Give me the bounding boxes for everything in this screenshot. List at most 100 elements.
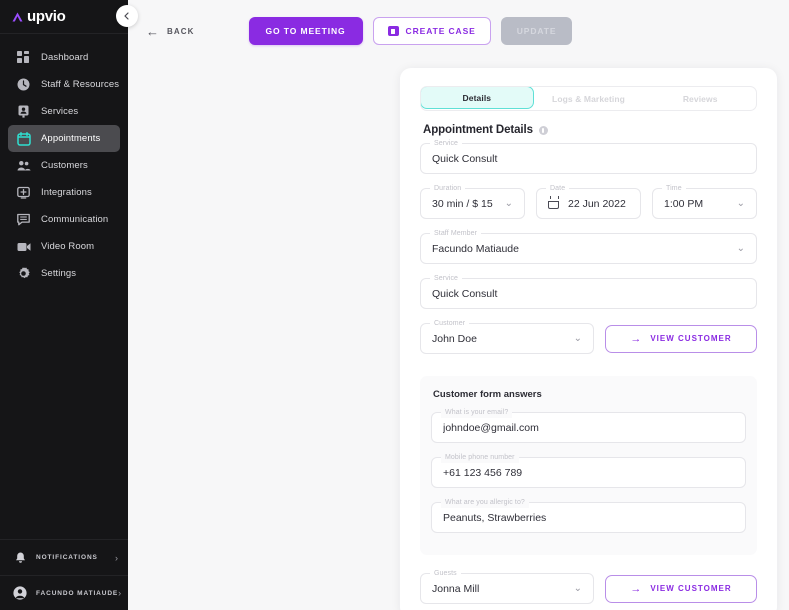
customer-value: John Doe bbox=[432, 332, 477, 345]
sidebar-item-customers[interactable]: Customers bbox=[8, 152, 120, 179]
answer-allergies-legend: What are you allergic to? bbox=[441, 498, 529, 508]
customer-form-answers-section: Customer form answers What is your email… bbox=[420, 376, 757, 555]
chevron-right-icon: › bbox=[115, 552, 118, 563]
duration-select[interactable]: Duration 30 min / $ 15 ⌄ bbox=[420, 184, 525, 219]
sidebar-item-appointments[interactable]: Appointments bbox=[8, 125, 120, 152]
sidebar-item-settings[interactable]: Settings bbox=[8, 260, 120, 287]
customer-form-answers-title: Customer form answers bbox=[433, 389, 542, 400]
sidebar-item-video-room[interactable]: Video Room bbox=[8, 233, 120, 260]
chat-icon bbox=[15, 211, 32, 228]
app-root: upvio Dashboard Staff & Resources Servic… bbox=[0, 0, 789, 610]
sidebar-item-label: Customers bbox=[41, 160, 88, 171]
services-icon bbox=[15, 103, 32, 120]
calendar-icon bbox=[547, 195, 559, 209]
sidebar-item-label: Communication bbox=[41, 214, 109, 225]
arrow-left-icon: ← bbox=[146, 23, 159, 39]
customer-legend: Customer bbox=[430, 319, 470, 329]
upvio-logo-icon bbox=[12, 11, 23, 22]
customer-select[interactable]: Customer John Doe ⌄ bbox=[420, 319, 594, 354]
answer-phone-field[interactable]: Mobile phone number +61 123 456 789 bbox=[431, 453, 746, 488]
chevron-down-icon: ⌄ bbox=[504, 198, 513, 209]
duration-date-time-row: Duration 30 min / $ 15 ⌄ Date 22 Jun 202… bbox=[420, 184, 757, 233]
sidebar-account[interactable]: FACUNDO MATIAUDE › bbox=[0, 575, 128, 610]
main-content: ← BACK GO TO MEETING CREATE CASE UPDATE bbox=[128, 0, 789, 610]
customer-row: Customer John Doe ⌄ → VIEW CUSTOMER bbox=[420, 319, 757, 354]
appointment-card: Details Logs & Marketing Reviews Appoint… bbox=[400, 68, 777, 610]
arrow-right-icon: → bbox=[630, 582, 643, 595]
sidebar-notifications-label: NOTIFICATIONS bbox=[36, 554, 98, 561]
update-button[interactable]: UPDATE bbox=[500, 17, 573, 45]
integrations-icon bbox=[15, 184, 32, 201]
sidebar-item-staff-resources[interactable]: Staff & Resources bbox=[8, 71, 120, 98]
create-case-label: CREATE CASE bbox=[405, 26, 476, 36]
tab-details[interactable]: Details bbox=[421, 87, 534, 109]
video-icon bbox=[15, 238, 32, 255]
chevron-down-icon: ⌄ bbox=[573, 333, 582, 344]
date-field[interactable]: Date 22 Jun 2022 bbox=[536, 184, 641, 219]
chevron-down-icon: ⌄ bbox=[736, 243, 745, 254]
tab-logs-marketing[interactable]: Logs & Marketing bbox=[533, 87, 645, 110]
sidebar-footer: NOTIFICATIONS › FACUNDO MATIAUDE › bbox=[0, 539, 128, 610]
sidebar-item-integrations[interactable]: Integrations bbox=[8, 179, 120, 206]
sidebar-item-communication[interactable]: Communication bbox=[8, 206, 120, 233]
sidebar-item-label: Video Room bbox=[41, 241, 95, 252]
tab-reviews[interactable]: Reviews bbox=[644, 87, 756, 110]
guests-value: Jonna Mill bbox=[432, 582, 480, 595]
back-button[interactable]: ← BACK bbox=[140, 21, 201, 42]
service-secondary-value: Quick Consult bbox=[432, 287, 498, 300]
app-logo: upvio bbox=[0, 0, 128, 34]
sidebar-item-label: Dashboard bbox=[41, 52, 89, 63]
update-label: UPDATE bbox=[516, 26, 557, 36]
guests-select[interactable]: Guests Jonna Mill ⌄ bbox=[420, 569, 594, 604]
go-to-meeting-label: GO TO MEETING bbox=[265, 26, 346, 36]
duration-legend: Duration bbox=[430, 184, 466, 194]
answer-phone-value: +61 123 456 789 bbox=[443, 466, 523, 479]
time-legend: Time bbox=[662, 184, 686, 194]
sidebar-notifications[interactable]: NOTIFICATIONS › bbox=[0, 540, 128, 575]
answer-email-legend: What is your email? bbox=[441, 408, 513, 418]
sidebar-item-label: Integrations bbox=[41, 187, 92, 198]
page-title: Appointment Details bbox=[423, 124, 757, 136]
sidebar-item-label: Services bbox=[41, 106, 79, 117]
create-case-button[interactable]: CREATE CASE bbox=[372, 17, 491, 45]
app-logo-text: upvio bbox=[27, 8, 66, 25]
sidebar-item-label: Staff & Resources bbox=[41, 79, 120, 90]
answer-email-field[interactable]: What is your email? johndoe@gmail.com bbox=[431, 408, 746, 443]
arrow-right-icon: → bbox=[630, 332, 643, 345]
calendar-icon bbox=[15, 130, 32, 147]
sidebar-collapse-button[interactable] bbox=[116, 5, 138, 27]
bell-icon bbox=[12, 550, 28, 566]
tab-label: Details bbox=[462, 92, 492, 103]
service-secondary-field[interactable]: Service Quick Consult bbox=[420, 274, 757, 309]
tab-label: Logs & Marketing bbox=[552, 93, 625, 104]
time-select[interactable]: Time 1:00 PM ⌄ bbox=[652, 184, 757, 219]
case-icon bbox=[387, 26, 399, 36]
answer-allergies-field[interactable]: What are you allergic to? Peanuts, Straw… bbox=[431, 498, 746, 533]
info-icon[interactable] bbox=[538, 125, 548, 135]
chevron-down-icon: ⌄ bbox=[573, 583, 582, 594]
customers-icon bbox=[15, 157, 32, 174]
sidebar-account-label: FACUNDO MATIAUDE bbox=[36, 589, 119, 597]
chevron-left-icon bbox=[124, 12, 129, 20]
sidebar-item-dashboard[interactable]: Dashboard bbox=[8, 44, 120, 71]
time-value: 1:00 PM bbox=[664, 197, 704, 210]
duration-value: 30 min / $ 15 bbox=[432, 197, 493, 210]
service-field-value: Quick Consult bbox=[432, 152, 498, 165]
top-toolbar: ← BACK GO TO MEETING CREATE CASE UPDATE bbox=[128, 0, 789, 62]
service-secondary-legend: Service bbox=[430, 274, 463, 284]
chevron-right-icon: › bbox=[118, 588, 122, 598]
staff-member-legend: Staff Member bbox=[430, 229, 482, 239]
view-customer-label: VIEW CUSTOMER bbox=[650, 334, 732, 343]
avatar-icon bbox=[12, 585, 28, 601]
go-to-meeting-button[interactable]: GO TO MEETING bbox=[248, 17, 363, 45]
section-title-text: Appointment Details bbox=[423, 124, 533, 136]
staff-member-select[interactable]: Staff Member Facundo Matiaude ⌄ bbox=[420, 229, 757, 264]
back-button-label: BACK bbox=[167, 26, 195, 36]
service-field-legend: Service bbox=[430, 139, 463, 149]
service-field[interactable]: Service Quick Consult bbox=[420, 139, 757, 174]
view-guest-customer-button[interactable]: → VIEW CUSTOMER bbox=[605, 574, 757, 603]
sidebar-item-services[interactable]: Services bbox=[8, 98, 120, 125]
tab-bar: Details Logs & Marketing Reviews bbox=[420, 86, 757, 111]
chevron-down-icon: ⌄ bbox=[736, 198, 745, 209]
view-customer-button[interactable]: → VIEW CUSTOMER bbox=[605, 324, 757, 353]
